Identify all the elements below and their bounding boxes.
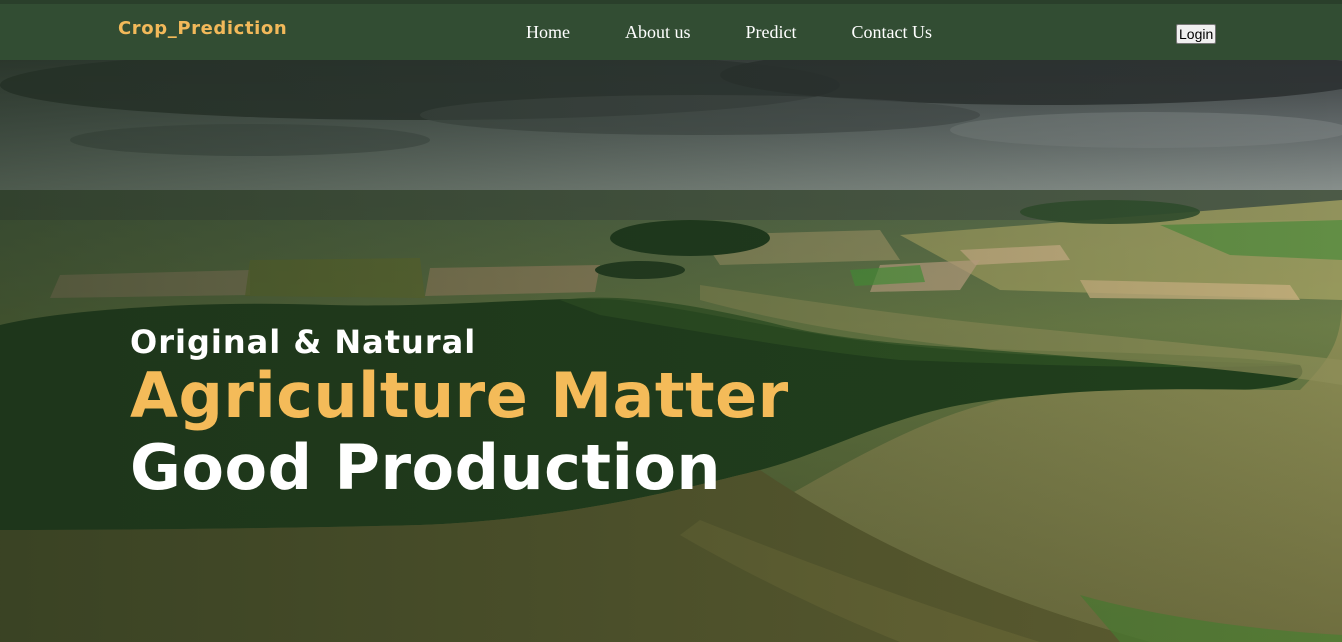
hero-headline-line1: Agriculture Matter (130, 359, 789, 432)
nav-link-predict[interactable]: Predict (746, 22, 797, 43)
navbar: Crop_Prediction Home About us Predict Co… (0, 0, 1342, 60)
nav-link-about-us[interactable]: About us (625, 22, 691, 43)
nav-link-contact-us[interactable]: Contact Us (852, 22, 933, 43)
hero-headline-line2: Good Production (130, 431, 722, 504)
hero-tagline: Original & Natural (130, 323, 477, 361)
hero-text-block: Original & Natural Agriculture Matter Go… (130, 322, 789, 504)
hero-section: Original & Natural Agriculture Matter Go… (0, 60, 1342, 642)
brand-logo[interactable]: Crop_Prediction (118, 18, 287, 39)
login-button[interactable]: Login (1176, 24, 1217, 44)
nav-link-home[interactable]: Home (526, 22, 570, 43)
main-nav: Home About us Predict Contact Us (526, 22, 987, 43)
